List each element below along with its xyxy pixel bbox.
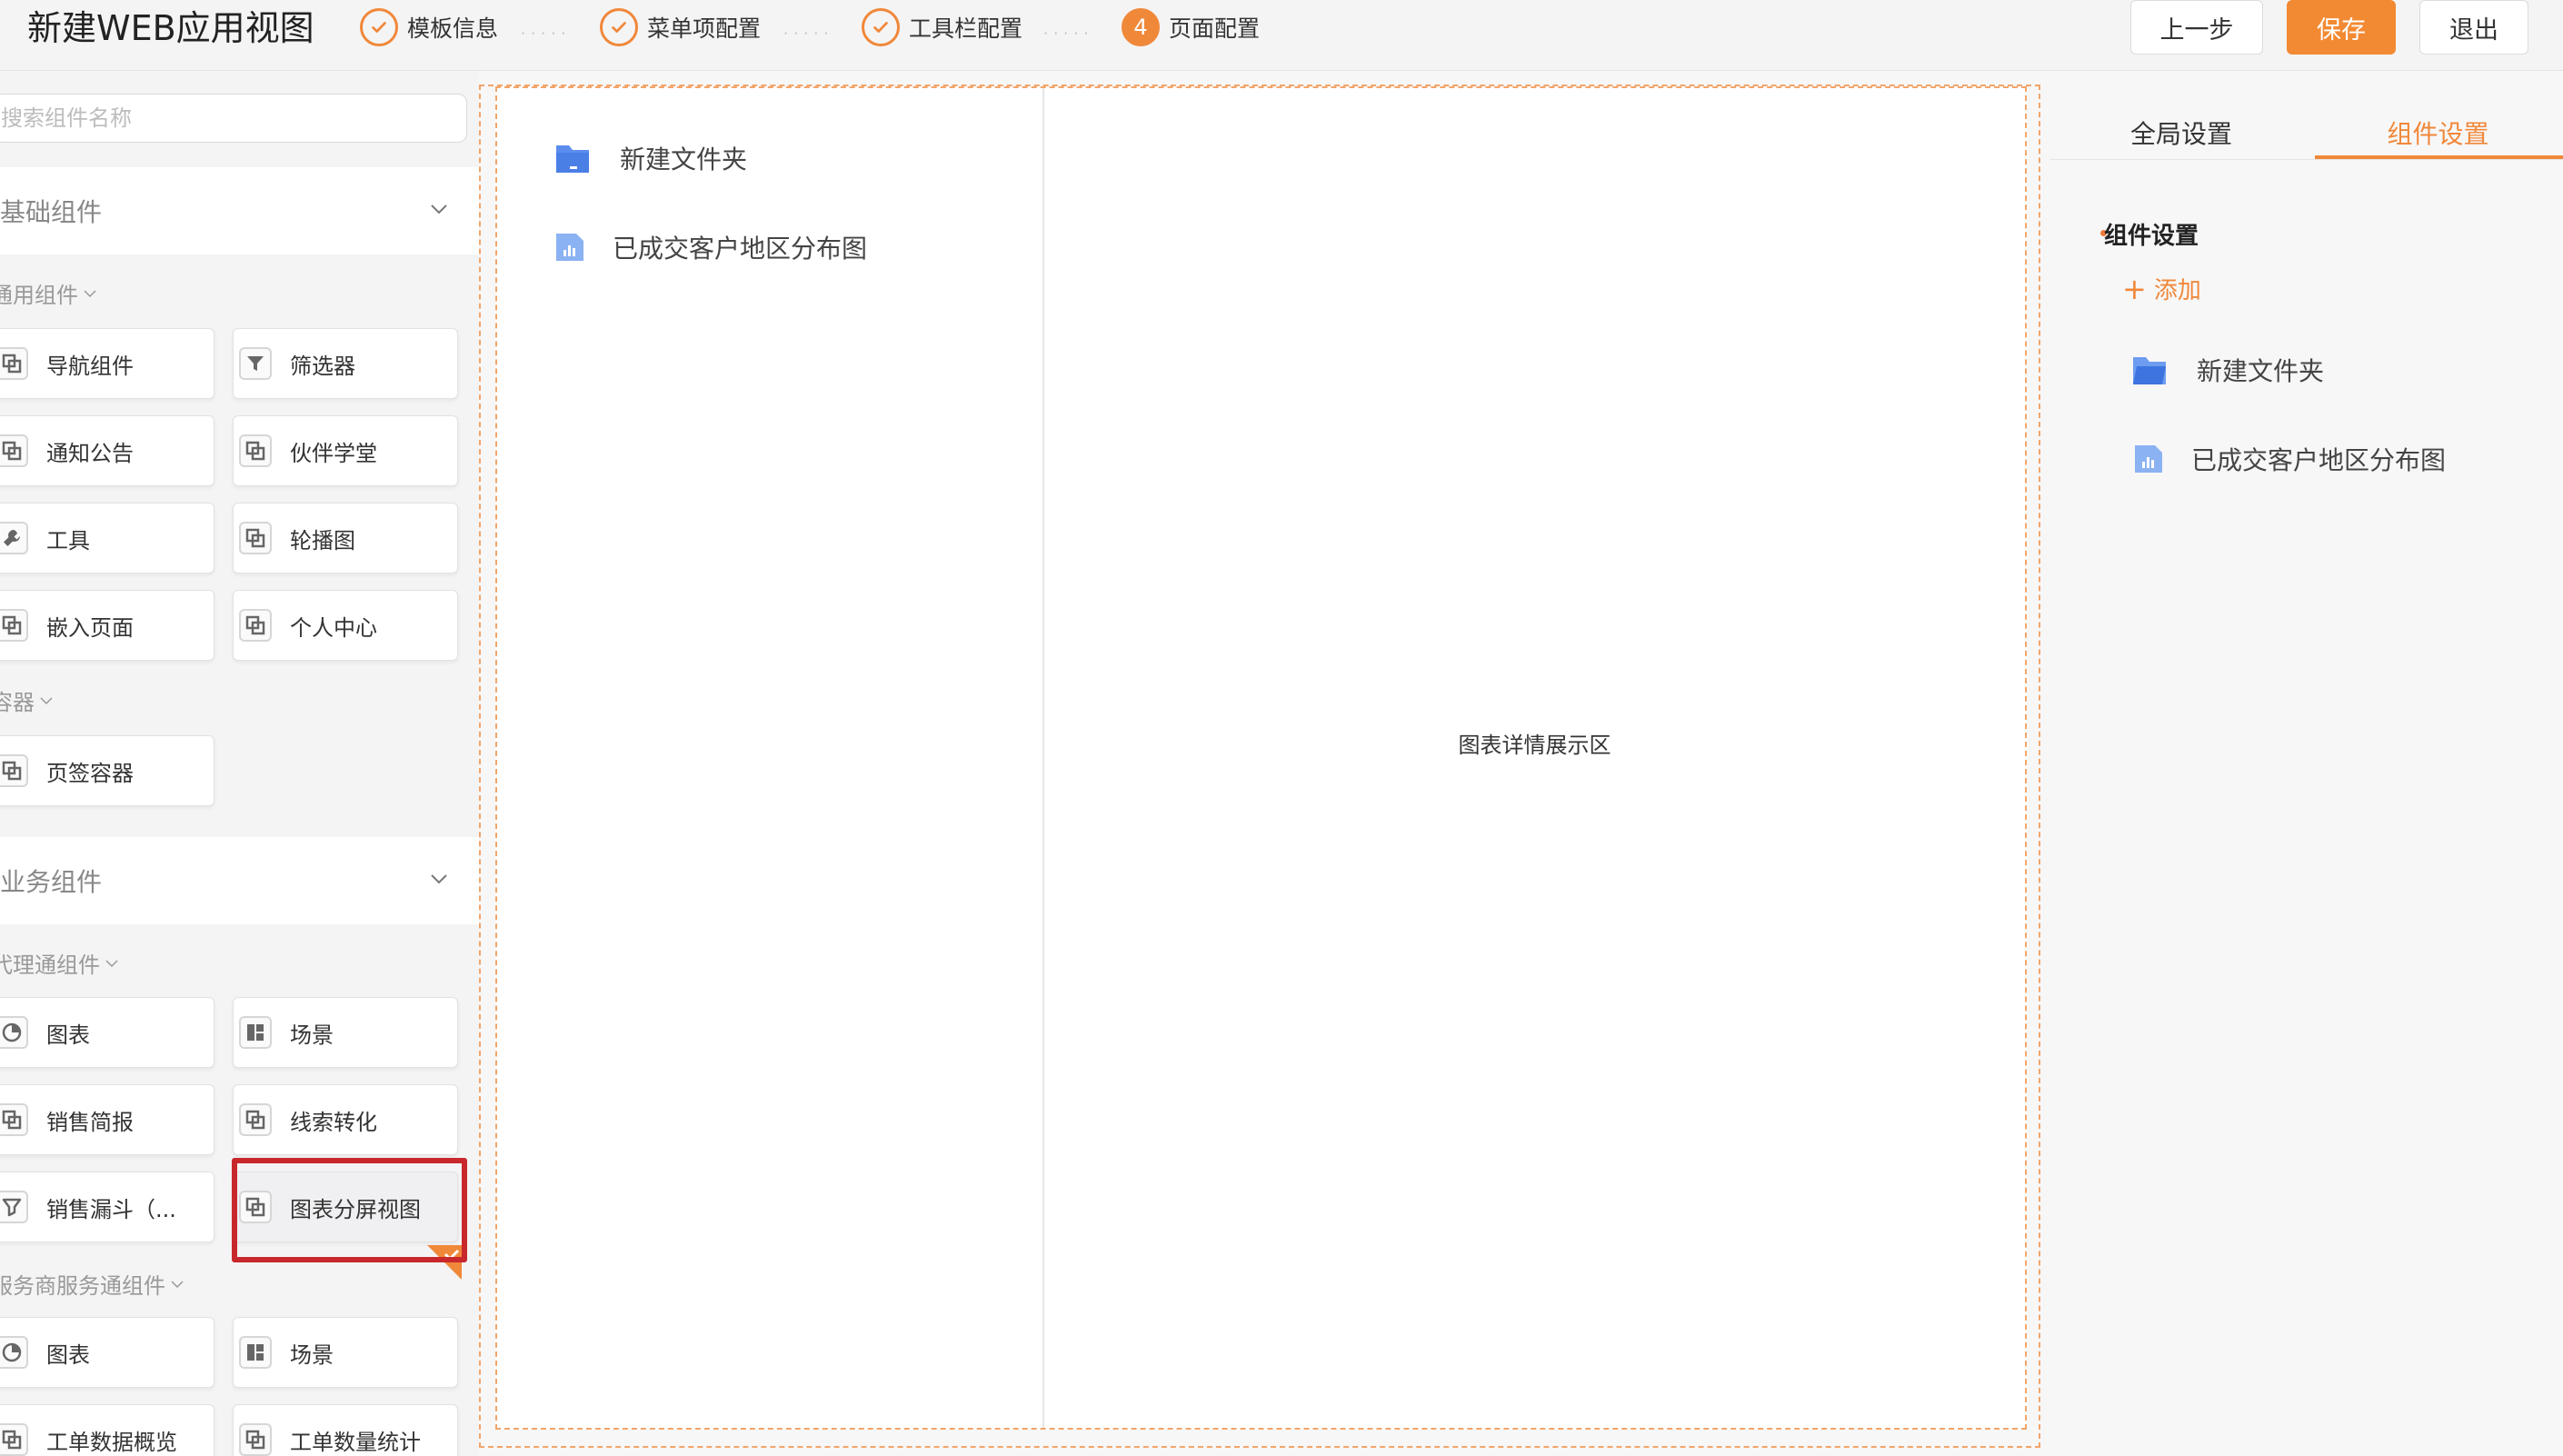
group-agent-components[interactable]: 代理通组件: [0, 947, 120, 979]
component-tools[interactable]: 工具: [0, 503, 214, 573]
step-page-config[interactable]: 4 页面配置: [1122, 7, 1260, 47]
check-circle-icon: [360, 8, 398, 46]
component-tab-container[interactable]: 页签容器: [0, 735, 214, 806]
component-service-chart[interactable]: 图表: [0, 1317, 214, 1388]
plus-icon: +: [2122, 271, 2147, 306]
component-personal-center[interactable]: 个人中心: [233, 590, 458, 661]
component-sales-brief[interactable]: 销售简报: [0, 1084, 214, 1155]
component-icon: [239, 522, 272, 554]
component-service-scene[interactable]: 场景: [233, 1317, 458, 1388]
previous-step-button[interactable]: 上一步: [2130, 0, 2263, 55]
tab-component-settings[interactable]: 组件设置: [2313, 90, 2563, 175]
step-label: 工具栏配置: [909, 15, 1023, 42]
component-filter[interactable]: 筛选器: [233, 328, 458, 399]
folder-icon: [556, 145, 589, 173]
component-icon: [239, 1423, 272, 1456]
funnel-icon: [0, 1191, 28, 1223]
component-partner-academy[interactable]: 伙伴学堂: [233, 415, 458, 486]
step-label: 菜单项配置: [647, 15, 762, 42]
chevron-down-icon: [84, 289, 96, 297]
tab-divider: [2049, 159, 2563, 160]
group-common-components[interactable]: 通用组件: [0, 277, 98, 309]
component-icon: [0, 609, 28, 642]
step-menu-config[interactable]: 菜单项配置: [600, 7, 761, 47]
step-label: 页面配置: [1169, 15, 1261, 42]
folder-icon: [2133, 357, 2166, 384]
component-embed-page[interactable]: 嵌入页面: [0, 590, 214, 661]
component-icon: [0, 754, 28, 787]
filter-icon: [239, 347, 272, 380]
group-container[interactable]: 容器: [0, 684, 55, 716]
chart-detail-area: 图表详情展示区: [1458, 733, 1611, 758]
component-icon: [0, 1423, 28, 1456]
step-connector: ·····: [521, 25, 572, 42]
component-chart[interactable]: 图表: [0, 997, 214, 1068]
component-ticket-overview[interactable]: 工单数据概览: [0, 1404, 214, 1456]
step-label: 模板信息: [407, 15, 499, 42]
component-ticket-count[interactable]: 工单数量统计: [233, 1404, 458, 1456]
component-sales-funnel[interactable]: 销售漏斗（...: [0, 1172, 214, 1242]
component-notice[interactable]: 通知公告: [0, 415, 214, 486]
settings-panel: 全局设置 组件设置 组件设置 + 添加 新建文件夹 已成交客户地区分布图: [2049, 72, 2563, 1456]
component-carousel[interactable]: 轮播图: [233, 503, 458, 573]
section-title: 业务组件: [0, 867, 103, 897]
top-bar: 新建WEB应用视图 模板信息 ····· 菜单项配置 ····· 工具栏配置 ·…: [0, 0, 2563, 71]
chart-file-icon: [556, 234, 583, 261]
layout-icon: [239, 1336, 272, 1369]
step-connector: ·····: [1043, 25, 1094, 42]
active-tab-indicator: [2315, 155, 2563, 159]
step-toolbar-config[interactable]: 工具栏配置: [862, 7, 1022, 47]
component-icon: [239, 1103, 272, 1136]
pie-chart-icon: [0, 1336, 28, 1369]
pie-chart-icon: [0, 1016, 28, 1049]
canvas-menu-item-folder[interactable]: 新建文件夹: [554, 140, 747, 176]
check-circle-icon: [600, 8, 638, 46]
component-icon: [239, 609, 272, 642]
component-icon: [0, 434, 28, 467]
add-button[interactable]: + 添加: [2122, 272, 2201, 305]
component-icon: [239, 1191, 272, 1223]
step-template-info[interactable]: 模板信息: [360, 7, 498, 47]
chart-file-icon: [2135, 445, 2162, 473]
section-title: 基础组件: [0, 197, 103, 227]
check-circle-icon: [862, 8, 900, 46]
step-connector: ·····: [783, 25, 834, 42]
settings-item-folder[interactable]: 新建文件夹: [2131, 352, 2324, 388]
exit-button[interactable]: 退出: [2419, 0, 2528, 55]
chevron-down-icon: [40, 696, 53, 704]
tab-global-settings[interactable]: 全局设置: [2049, 90, 2313, 175]
component-scene[interactable]: 场景: [233, 997, 458, 1068]
chevron-down-icon: [105, 959, 118, 967]
component-icon: [0, 347, 28, 380]
step-number-badge: 4: [1122, 8, 1160, 46]
section-basic-components[interactable]: 基础组件: [0, 167, 479, 254]
component-lead-conversion[interactable]: 线索转化: [233, 1084, 458, 1155]
chevron-down-icon: [431, 204, 447, 214]
component-chart-split-view[interactable]: 图表分屏视图: [233, 1172, 458, 1242]
canvas-menu-item-chart[interactable]: 已成交客户地区分布图: [554, 229, 867, 265]
wrench-icon: [0, 522, 28, 554]
save-button[interactable]: 保存: [2287, 0, 2396, 55]
component-sidebar: 基础组件 通用组件 导航组件 筛选器 通知公告 伙伴学堂 工具 轮播图 嵌入页面…: [0, 72, 479, 1456]
chevron-down-icon: [431, 874, 447, 884]
section-business-components[interactable]: 业务组件: [0, 837, 479, 924]
settings-item-chart[interactable]: 已成交客户地区分布图: [2133, 441, 2446, 477]
selected-check-icon: [427, 1245, 462, 1280]
chevron-down-icon: [171, 1280, 184, 1288]
component-icon: [0, 1103, 28, 1136]
component-nav[interactable]: 导航组件: [0, 328, 214, 399]
layout-icon: [239, 1016, 272, 1049]
search-input[interactable]: [0, 94, 467, 143]
group-service-components[interactable]: 服务商服务通组件: [0, 1268, 185, 1300]
component-settings-title: 组件设置: [2104, 223, 2199, 250]
component-icon: [239, 434, 272, 467]
page-title: 新建WEB应用视图: [27, 8, 314, 48]
